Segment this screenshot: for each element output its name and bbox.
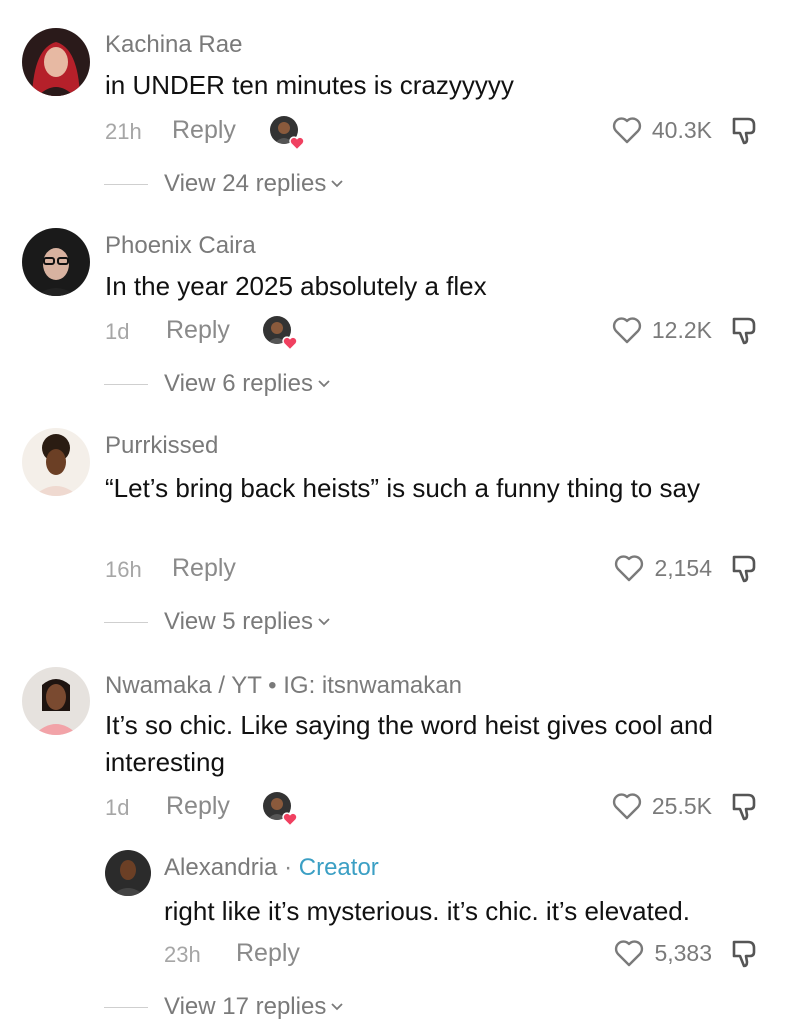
like-button[interactable]: 12.2K: [612, 316, 712, 344]
dislike-icon[interactable]: [728, 938, 760, 970]
comment-item: Nwamaka / YT • IG: itsnwamakan It’s so c…: [0, 650, 800, 1024]
comment-time: 21h: [105, 119, 142, 144]
view-replies-button[interactable]: View 6 replies: [104, 370, 331, 398]
creator-liked-icon: [263, 792, 298, 827]
reply-button[interactable]: Reply: [172, 116, 236, 145]
like-count: 40.3K: [651, 116, 712, 143]
avatar[interactable]: [22, 428, 90, 496]
heart-outline-icon: [612, 793, 641, 820]
comment-author[interactable]: Phoenix Caira: [105, 232, 256, 260]
comment-text: in UNDER ten minutes is crazyyyyy: [105, 70, 514, 100]
reply-button[interactable]: Reply: [236, 939, 300, 968]
creator-liked-icon: [263, 316, 298, 351]
dislike-icon[interactable]: [728, 553, 760, 585]
comment-time: 16h: [105, 557, 142, 582]
reply-button[interactable]: Reply: [166, 792, 230, 821]
like-button[interactable]: 2,154: [614, 554, 712, 582]
comment-time: 1d: [105, 319, 130, 344]
divider-line: [104, 1006, 148, 1008]
view-replies-label: View 24 replies: [164, 170, 327, 197]
divider-line: [104, 621, 148, 623]
comment-author[interactable]: Nwamaka / YT • IG: itsnwamakan: [105, 672, 462, 700]
reply-time: 23h: [164, 942, 201, 967]
dislike-icon[interactable]: [728, 315, 760, 347]
reply-text: right like it’s mysterious. it’s chic. i…: [164, 896, 690, 926]
creator-badge: Creator: [298, 854, 379, 881]
heart-outline-icon: [615, 555, 644, 582]
like-count: 25.5K: [651, 792, 712, 819]
avatar[interactable]: [22, 28, 90, 96]
view-replies-button[interactable]: View 17 replies: [104, 993, 344, 1021]
avatar[interactable]: [22, 667, 90, 735]
heart-outline-icon: [615, 940, 644, 967]
creator-liked-icon: [270, 116, 305, 151]
creator-avatar[interactable]: [105, 850, 151, 896]
dislike-icon[interactable]: [728, 115, 760, 147]
comment-author[interactable]: Kachina Rae: [105, 31, 242, 59]
avatar[interactable]: [22, 228, 90, 296]
comment-item: Phoenix Caira In the year 2025 absolutel…: [0, 200, 800, 400]
chevron-down-icon: [318, 380, 330, 388]
heart-outline-icon: [612, 317, 641, 344]
chevron-down-icon: [331, 180, 343, 188]
view-replies-label: View 5 replies: [164, 608, 313, 635]
comment-text: It’s so chic. Like saying the word heist…: [105, 710, 713, 777]
view-replies-label: View 6 replies: [164, 370, 313, 397]
like-button[interactable]: 40.3K: [612, 116, 712, 144]
separator-dot: ·: [284, 854, 293, 881]
view-replies-button[interactable]: View 5 replies: [104, 608, 331, 636]
comment-item: Kachina Rae in UNDER ten minutes is craz…: [0, 0, 800, 200]
like-count: 5,383: [654, 939, 712, 966]
like-count: 12.2K: [651, 316, 712, 343]
like-count: 2,154: [654, 554, 712, 581]
reply-author-name[interactable]: Alexandria: [164, 854, 277, 881]
dislike-icon[interactable]: [728, 791, 760, 823]
comment-author[interactable]: Purrkissed: [105, 432, 218, 460]
comment-item: Purrkissed “Let’s bring back heists” is …: [0, 400, 800, 650]
like-button[interactable]: 25.5K: [612, 792, 712, 820]
comment-text: In the year 2025 absolutely a flex: [105, 271, 487, 301]
view-replies-label: View 17 replies: [164, 993, 327, 1020]
like-button[interactable]: 5,383: [614, 939, 712, 967]
view-replies-button[interactable]: View 24 replies: [104, 170, 344, 198]
chevron-down-icon: [331, 1003, 343, 1011]
creator-reply-author: Alexandria · Creator: [164, 854, 379, 882]
chevron-down-icon: [318, 618, 330, 626]
divider-line: [104, 183, 148, 185]
heart-outline-icon: [612, 117, 641, 144]
comment-time: 1d: [105, 795, 130, 820]
comment-text: “Let’s bring back heists” is such a funn…: [105, 473, 700, 503]
reply-button[interactable]: Reply: [166, 316, 230, 345]
reply-button[interactable]: Reply: [172, 554, 236, 583]
divider-line: [104, 383, 148, 385]
